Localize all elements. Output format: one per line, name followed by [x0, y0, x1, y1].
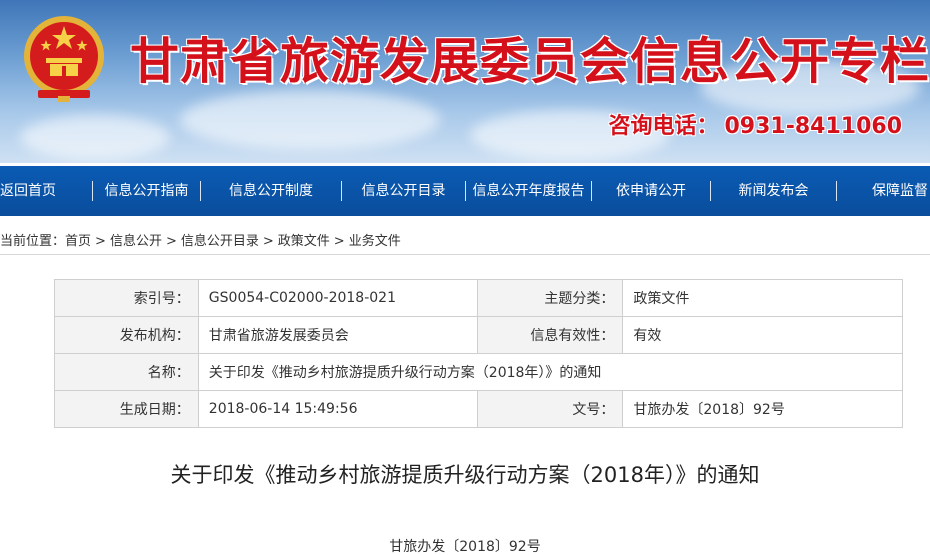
- cloud-decoration: [20, 115, 170, 160]
- publisher-value: 甘肃省旅游发展委员会: [197, 316, 478, 354]
- site-title: 甘肃省旅游发展委员会信息公开专栏: [130, 33, 930, 90]
- validity-label: 信息有效性：: [476, 316, 624, 354]
- validity-value: 有效: [622, 316, 903, 354]
- document-info-table: 索引号： GS0054-C02000-2018-021 主题分类： 政策文件 发…: [54, 279, 904, 428]
- docno-label: 文号：: [476, 390, 624, 428]
- breadcrumb-catalog[interactable]: 信息公开目录: [181, 234, 259, 249]
- breadcrumb-prefix: 当前位置：: [0, 234, 66, 249]
- nav-item-home[interactable]: 返回首页: [0, 179, 62, 203]
- topic-value: 政策文件: [622, 279, 903, 317]
- publisher-label: 发布机构：: [54, 316, 199, 354]
- breadcrumb-separator: >: [262, 234, 274, 249]
- document-title: 关于印发《推动乡村旅游提质升级行动方案（2018年）》的通知: [170, 463, 760, 487]
- date-value: 2018-06-14 15:49:56: [197, 390, 478, 428]
- nav-item-apply[interactable]: 依申请公开: [592, 179, 710, 203]
- hotline-number: 0931-8411060: [724, 114, 902, 139]
- table-row: 发布机构： 甘肃省旅游发展委员会 信息有效性： 有效: [54, 316, 903, 354]
- document-number: 甘旅办发〔2018〕92号: [389, 539, 541, 555]
- breadcrumb: 当前位置：首页 > 信息公开 > 信息公开目录 > 政策文件 > 业务文件: [0, 229, 930, 255]
- breadcrumb-info-public[interactable]: 信息公开: [110, 234, 162, 249]
- table-row: 生成日期： 2018-06-14 15:49:56 文号： 甘旅办发〔2018〕…: [54, 390, 903, 428]
- index-label: 索引号：: [54, 279, 199, 317]
- hotline: 咨询电话： 0931-8411060: [608, 108, 902, 140]
- date-label: 生成日期：: [54, 390, 199, 428]
- main-nav: 返回首页 信息公开指南 信息公开制度 信息公开目录 信息公开年度报告 依申请公开…: [0, 166, 930, 216]
- index-value: GS0054-C02000-2018-021: [197, 279, 478, 317]
- breadcrumb-business[interactable]: 业务文件: [349, 234, 401, 249]
- name-label: 名称：: [54, 353, 199, 391]
- nav-item-catalog[interactable]: 信息公开目录: [342, 179, 465, 203]
- nav-item-annual-report[interactable]: 信息公开年度报告: [466, 179, 591, 203]
- table-row: 索引号： GS0054-C02000-2018-021 主题分类： 政策文件: [54, 279, 903, 317]
- hotline-label: 咨询电话：: [608, 114, 719, 139]
- breadcrumb-separator: >: [333, 234, 345, 249]
- national-emblem-icon: [24, 16, 104, 102]
- name-value: 关于印发《推动乡村旅游提质升级行动方案（2018年）》的通知: [197, 353, 904, 391]
- breadcrumb-policy[interactable]: 政策文件: [278, 234, 330, 249]
- nav-item-supervision[interactable]: 保障监督: [837, 179, 930, 203]
- header-banner: 甘肃省旅游发展委员会信息公开专栏 咨询电话： 0931-8411060: [0, 0, 930, 163]
- breadcrumb-separator: >: [165, 234, 177, 249]
- breadcrumb-separator: >: [95, 234, 106, 249]
- cloud-decoration: [180, 90, 440, 150]
- nav-item-press[interactable]: 新闻发布会: [711, 179, 836, 203]
- table-row: 名称： 关于印发《推动乡村旅游提质升级行动方案（2018年）》的通知: [54, 353, 904, 391]
- nav-item-guide[interactable]: 信息公开指南: [93, 179, 200, 203]
- docno-value: 甘旅办发〔2018〕92号: [622, 390, 903, 428]
- topic-label: 主题分类：: [476, 279, 624, 317]
- nav-item-system[interactable]: 信息公开制度: [201, 179, 341, 203]
- breadcrumb-home[interactable]: 首页: [65, 234, 91, 249]
